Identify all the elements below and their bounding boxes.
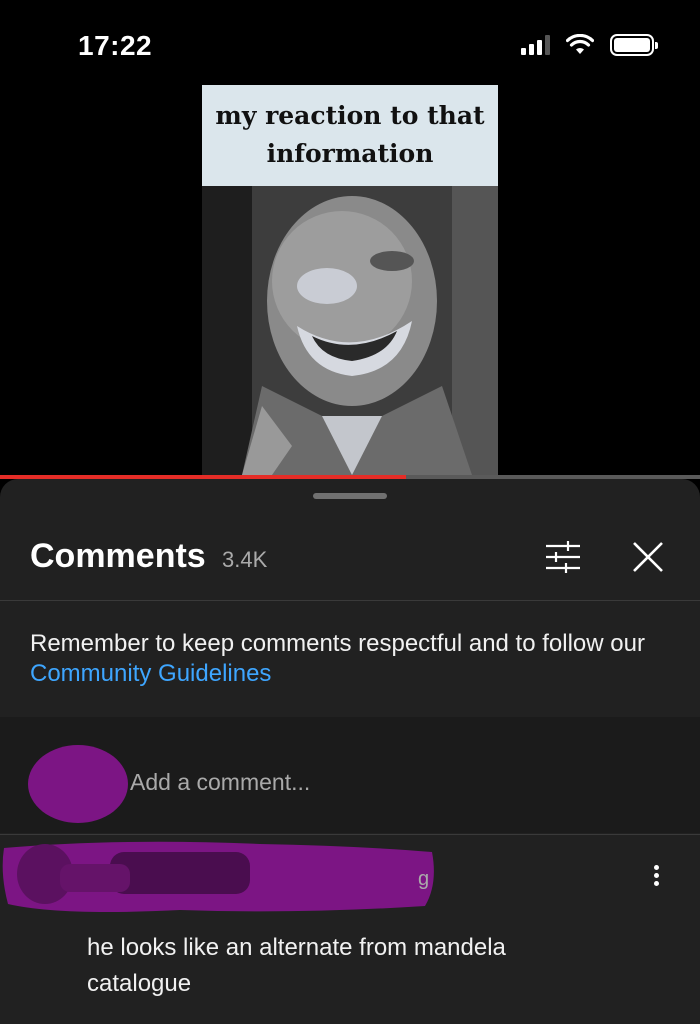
sort-filter-button[interactable] <box>540 537 586 577</box>
guidelines-notice: Remember to keep comments respectful and… <box>30 629 670 689</box>
meme-image: my reaction to that information <box>202 85 498 475</box>
wifi-icon <box>566 34 594 54</box>
status-bar: 17:22 <box>0 0 700 90</box>
cellular-signal-icon <box>521 35 550 55</box>
community-guidelines-link[interactable]: Community Guidelines <box>30 660 271 687</box>
avatar <box>28 745 128 823</box>
guidelines-text: Remember to keep comments respectful and… <box>30 630 645 657</box>
comment-item: g he looks like an alternate from mandel… <box>0 834 700 1024</box>
add-comment-input[interactable]: Add a comment... <box>130 769 310 796</box>
comments-title: Comments <box>30 537 206 575</box>
comments-count: 3.4K <box>222 547 268 572</box>
comment-composer[interactable]: Add a comment... <box>0 717 700 833</box>
meme-caption-line2: information <box>266 139 434 168</box>
status-time: 17:22 <box>78 30 153 61</box>
meme-caption: my reaction to that information <box>202 85 498 186</box>
close-button[interactable] <box>626 535 670 579</box>
meme-photo <box>202 186 498 475</box>
comments-sheet: Comments 3.4K Remember to keep comments … <box>0 479 700 1024</box>
video-player[interactable]: my reaction to that information <box>0 85 700 478</box>
sliders-icon <box>546 541 580 573</box>
comment-text: he looks like an alternate from mandela … <box>87 934 506 997</box>
status-icons <box>521 34 658 56</box>
battery-icon <box>610 34 658 56</box>
comment-meta: g <box>418 868 430 890</box>
divider <box>0 600 700 601</box>
close-icon <box>633 542 663 572</box>
meme-caption-line1: my reaction to that <box>215 101 485 130</box>
more-vertical-icon[interactable] <box>646 862 666 892</box>
redaction-scribble <box>2 841 434 912</box>
sheet-drag-handle[interactable] <box>313 493 387 499</box>
